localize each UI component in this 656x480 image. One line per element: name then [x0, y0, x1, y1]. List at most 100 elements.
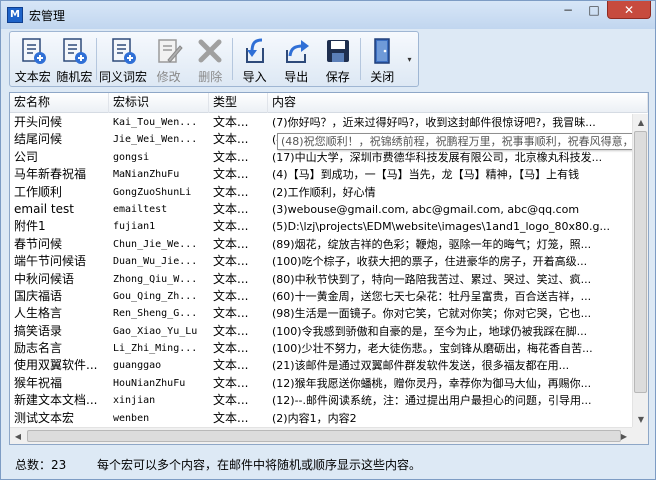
- cell-content: (2)内容1，内容2: [272, 411, 357, 425]
- table-row[interactable]: 人生格言 Ren_Sheng_G... 文本... (98)生活是一面镜子。你对它笑，…: [10, 305, 632, 322]
- scroll-up-icon[interactable]: ▲: [633, 114, 648, 130]
- table-row[interactable]: 春节问候 Chun_Jie_We... 文本... (89)烟花，绽放吉祥的色彩；鞭炮…: [10, 236, 632, 253]
- cell-type: 文本...: [213, 132, 249, 147]
- doc-add-icon: [107, 36, 139, 66]
- exit-icon: [366, 36, 398, 66]
- cell-name: 中秋问候语: [14, 271, 75, 286]
- cell-name: 结尾问候: [14, 132, 63, 147]
- vertical-scrollbar[interactable]: ▲ ▼: [632, 114, 648, 427]
- table-row[interactable]: email test emailtest 文本... (3)webouse@gmail…: [10, 201, 632, 218]
- export-label: 导出: [284, 70, 309, 84]
- title-bar: M 宏管理 − □ ✕: [1, 1, 655, 29]
- list-header: 宏名称 宏标识 类型 内容: [10, 93, 648, 113]
- close-window-button[interactable]: ✕: [607, 1, 651, 19]
- table-row[interactable]: 开头问候 Kai_Tou_Wen... 文本... (7)你好吗？，近来过得好吗?，收…: [10, 114, 632, 131]
- cell-name: 猴年祝福: [14, 375, 63, 390]
- table-row[interactable]: 中秋问候语 Zhong_Qiu_W... 文本... (80)中秋节快到了，特向一路陪…: [10, 271, 632, 288]
- cell-content: (7)你好吗？，近来过得好吗?，收到这封邮件很惊讶吧?，我冒昧...: [272, 116, 596, 129]
- scroll-right-icon[interactable]: ▶: [616, 428, 632, 444]
- table-row[interactable]: 新建文本文档... xinjian 文本... (12)--.邮件阅读系统，注：通过提…: [10, 392, 632, 409]
- synonym-macro-button[interactable]: 同义词宏: [98, 34, 148, 84]
- table-row[interactable]: 工作顺利 GongZuoShunLi 文本... (2)工作顺利，好心情: [10, 184, 632, 201]
- toolbar-overflow-button[interactable]: ▾: [403, 34, 416, 84]
- scroll-left-icon[interactable]: ◀: [10, 428, 26, 444]
- cell-id: Ren_Sheng_G...: [113, 308, 198, 320]
- maximize-button[interactable]: □: [581, 1, 607, 19]
- cell-id: xinjian: [113, 395, 156, 407]
- cell-content: (100)少壮不努力，老大徒伤悲。，宝剑锋从磨砺出，梅花香自苦...: [272, 342, 593, 356]
- table-row[interactable]: 附件1 fujian1 文本... (5)D:\lzj\projects\EDM\we…: [10, 218, 632, 235]
- cell-id: Gao_Xiao_Yu_Lu: [113, 325, 198, 337]
- table-row[interactable]: 马年新春祝福 MaNianZhuFu 文本... (4)【马】到成功，一【马】当先，龙…: [10, 166, 632, 183]
- table-row[interactable]: 励志名言 Li_Zhi_Ming... 文本... (100)少壮不努力，老大徒伤悲。…: [10, 340, 632, 357]
- scroll-down-icon[interactable]: ▼: [633, 411, 648, 427]
- delete-button[interactable]: 删除: [189, 34, 231, 84]
- edit-button[interactable]: 修改: [148, 34, 190, 84]
- cell-content: (3)webouse@gmail.com, abc@gmail.com, abc…: [272, 202, 580, 216]
- save-button[interactable]: 保存: [317, 34, 359, 84]
- cell-type: 文本...: [213, 236, 249, 251]
- cell-content: (60)十一黄金周，送您七天七朵花：牡丹呈富贵，百合送吉祥，...: [272, 289, 592, 303]
- table-row[interactable]: 使用双翼软件... guanggao 文本... (21)该邮件是通过双翼邮件群发软件…: [10, 357, 632, 374]
- window-title: 宏管理: [29, 8, 66, 23]
- cell-name: 搞笑语录: [14, 323, 63, 338]
- import-button[interactable]: 导入: [234, 34, 276, 84]
- cell-id: GongZuoShunLi: [113, 186, 192, 198]
- exit-label: 关闭: [370, 70, 395, 84]
- exit-button[interactable]: 关闭: [361, 34, 403, 84]
- table-row[interactable]: 国庆福语 Gou_Qing_Zh... 文本... (60)十一黄金周，送您七天七朵花…: [10, 288, 632, 305]
- vertical-scroll-thumb[interactable]: [634, 131, 647, 393]
- table-row[interactable]: 搞笑语录 Gao_Xiao_Yu_Lu 文本... (100)令我感到骄傲和自豪的是，…: [10, 323, 632, 340]
- doc-add-icon: [58, 36, 90, 66]
- cell-id: Li_Zhi_Ming...: [113, 343, 198, 355]
- cell-id: Zhong_Qiu_W...: [113, 273, 198, 285]
- status-message: 每个宏可以多个内容，在邮件中将随机或顺序显示这些内容。: [97, 457, 422, 472]
- minimize-button[interactable]: −: [555, 1, 581, 19]
- text-macro-button[interactable]: 文本宏: [12, 34, 54, 84]
- cell-name: 公司: [14, 149, 39, 164]
- table-row[interactable]: 猴年祝福 HouNianZhuFu 文本... (12)猴年我愿送你蟠桃，赠你灵丹，幸…: [10, 375, 632, 392]
- cell-id: Duan_Wu_Jie...: [113, 256, 198, 268]
- macro-list: 宏名称 宏标识 类型 内容 开头问候 Kai_Tou_Wen... 文本... (7)…: [9, 92, 649, 445]
- cell-type: 文本...: [213, 410, 249, 425]
- cell-content: (80)中秋节快到了，特向一路陪我苦过、累过、哭过、笑过、疯...: [272, 272, 592, 286]
- cell-id: Kai_Tou_Wen...: [113, 117, 198, 128]
- delete-label: 删除: [198, 70, 223, 84]
- cell-type: 文本...: [213, 115, 249, 129]
- cell-name: 测试文本宏: [14, 410, 75, 425]
- cell-id: gongsi: [113, 151, 150, 163]
- window-controls: − □ ✕: [555, 1, 651, 19]
- random-macro-button[interactable]: 随机宏: [54, 34, 96, 84]
- column-header-content[interactable]: 内容: [268, 93, 648, 113]
- cell-name: 附件1: [14, 219, 46, 234]
- horizontal-scroll-thumb[interactable]: [27, 430, 621, 442]
- table-row[interactable]: 测试文本宏 wenben 文本... (2)内容1，内容2: [10, 410, 632, 427]
- column-header-name[interactable]: 宏名称: [10, 93, 109, 113]
- macro-manager-window: M 宏管理 − □ ✕ 文本宏 随机宏 同义词宏 修改 删除 导入 导出 保存 …: [0, 0, 656, 480]
- app-icon: M: [7, 7, 23, 23]
- table-row[interactable]: 公司 gongsi 文本... (17)中山大学，深圳市费德华科技发展有限公司，北京橡…: [10, 149, 632, 166]
- cell-type: 文本...: [213, 306, 249, 321]
- toolbar-separator: [359, 38, 361, 80]
- content-tooltip: (48)祝您顺利！，祝锦绣前程，祝鹏程万里，祝事事顺利，祝春风得意，祝前程似锦，…: [277, 133, 637, 150]
- cell-content: (98)生活是一面镜子。你对它笑，它就对你笑；你对它哭，它也...: [272, 307, 592, 321]
- horizontal-scrollbar[interactable]: ◀ ▶: [10, 427, 632, 444]
- cell-id: HouNianZhuFu: [113, 377, 186, 389]
- cell-type: 文本...: [213, 167, 249, 182]
- edit-label: 修改: [156, 70, 181, 84]
- cell-name: 马年新春祝福: [14, 167, 87, 182]
- toolbar: 文本宏 随机宏 同义词宏 修改 删除 导入 导出 保存 关闭 ▾: [9, 31, 419, 87]
- import-label: 导入: [242, 70, 267, 84]
- column-header-id[interactable]: 宏标识: [109, 93, 209, 113]
- cell-type: 文本...: [213, 358, 249, 373]
- table-row[interactable]: 端午节问候语 Duan_Wu_Jie... 文本... (100)吃个棕子，收获大把的…: [10, 253, 632, 270]
- cell-type: 文本...: [213, 375, 249, 390]
- export-button[interactable]: 导出: [275, 34, 317, 84]
- cell-content: (12)猴年我愿送你蟠桃，赠你灵丹，幸荐你为御马大仙，再赐你...: [272, 376, 592, 390]
- cell-name: 工作顺利: [14, 184, 63, 199]
- column-header-type[interactable]: 类型: [209, 93, 268, 113]
- export-icon: [280, 36, 312, 66]
- cell-type: 文本...: [213, 323, 249, 338]
- cell-content: (17)中山大学，深圳市费德华科技发展有限公司，北京橡丸科技发...: [272, 150, 603, 164]
- cell-id: Gou_Qing_Zh...: [113, 290, 198, 302]
